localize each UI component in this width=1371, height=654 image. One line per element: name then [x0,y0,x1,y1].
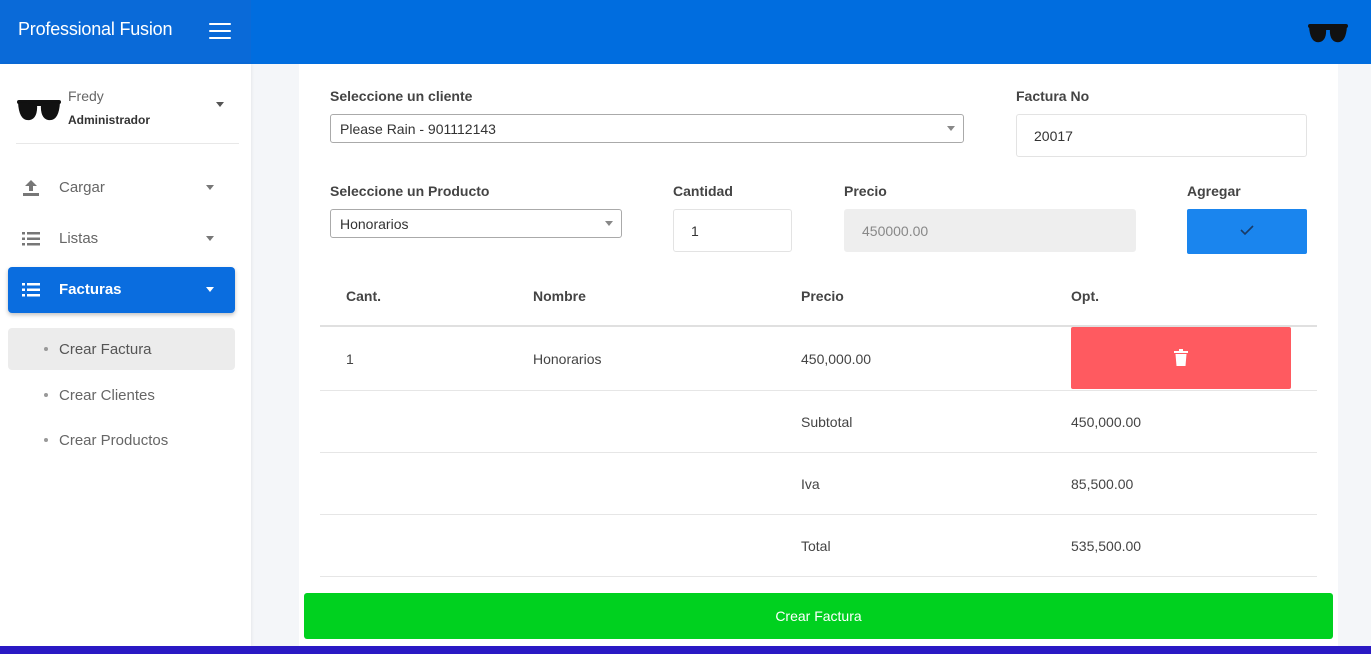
total-value: 535,500.00 [1071,538,1142,554]
quantity-label: Cantidad [673,183,733,199]
sidebar-subitem-crear-productos[interactable]: Crear Productos [8,419,235,461]
sidebar-item-cargar[interactable]: Cargar [8,165,235,211]
client-select-value: Please Rain - 901112143 [340,121,496,137]
chevron-down-icon [605,221,613,226]
sidebar-subitem-label: Crear Clientes [59,387,155,404]
delete-row-button[interactable] [1071,327,1291,389]
chevron-down-icon [206,185,214,190]
sidebar-item-label: Listas [59,230,99,247]
sidebar-item-listas[interactable]: Listas [8,216,235,262]
iva-value: 85,500.00 [1071,476,1134,492]
client-label: Seleccione un cliente [330,88,473,104]
column-header-price: Precio [801,288,844,304]
user-avatar-icon[interactable] [1306,18,1350,48]
user-name: Fredy [68,88,104,104]
add-product-button[interactable] [1187,209,1307,254]
iva-label: Iva [801,476,820,492]
chevron-down-icon [206,287,214,292]
brand-area: Professional Fusion [0,0,251,64]
total-label: Total [801,538,831,554]
menu-toggle-icon[interactable] [209,21,231,41]
invoice-number-field[interactable] [1016,114,1307,157]
page-gutter [1338,64,1371,646]
client-select[interactable]: Please Rain - 901112143 [330,114,964,143]
list-icon [22,283,40,297]
chevron-down-icon [947,126,955,131]
bullet-icon [44,347,48,351]
column-header-qty: Cant. [346,288,381,304]
top-navbar: Professional Fusion [0,0,1371,64]
bullet-icon [44,438,48,442]
product-select[interactable]: Honorarios [330,209,622,238]
product-select-value: Honorarios [340,216,409,232]
check-icon [1240,225,1254,236]
divider [320,452,1317,453]
invoice-number-label: Factura No [1016,88,1090,104]
avatar [17,100,61,121]
create-invoice-button[interactable]: Crear Factura [304,593,1333,639]
divider [320,576,1317,577]
sidebar-subitem-crear-clientes[interactable]: Crear Clientes [8,374,235,416]
bullet-icon [44,393,48,397]
invoice-form-card: Seleccione un cliente Please Rain - 9011… [299,64,1338,646]
column-header-name: Nombre [533,288,586,304]
upload-icon [23,180,39,196]
sidebar-subitem-crear-factura[interactable]: Crear Factura [8,328,235,370]
sidebar-item-label: Facturas [59,281,122,298]
chevron-down-icon[interactable] [216,102,224,107]
sidebar: Fredy Administrador Cargar Listas Factur… [0,64,251,646]
row-name: Honorarios [533,351,602,367]
price-label: Precio [844,183,887,199]
product-label: Seleccione un Producto [330,183,490,199]
column-header-options: Opt. [1071,288,1099,304]
row-price: 450,000.00 [801,351,872,367]
sidebar-subitem-label: Crear Productos [59,432,169,449]
row-qty: 1 [346,351,354,367]
divider [320,390,1317,391]
sidebar-item-facturas[interactable]: Facturas [8,267,235,313]
quantity-field[interactable] [673,209,792,252]
chevron-down-icon [206,236,214,241]
divider [320,514,1317,515]
subtotal-label: Subtotal [801,414,853,430]
subtotal-value: 450,000.00 [1071,414,1142,430]
add-label: Agregar [1187,183,1241,199]
sidebar-subitem-label: Crear Factura [59,341,152,358]
user-panel[interactable]: Fredy Administrador [16,78,239,144]
bottom-strip [0,646,1371,654]
price-field [844,209,1136,252]
list-icon [22,232,40,246]
trash-icon [1174,349,1188,366]
app-title: Professional Fusion [18,19,173,39]
sidebar-item-label: Cargar [59,179,105,196]
user-role: Administrador [68,113,151,127]
